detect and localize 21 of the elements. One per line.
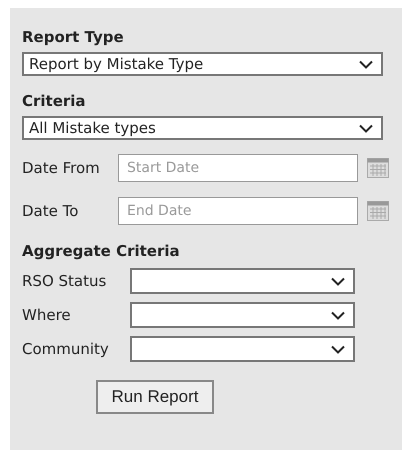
run-report-button[interactable]: Run Report <box>96 380 214 414</box>
chevron-icon <box>359 124 373 132</box>
dropdown[interactable] <box>130 302 355 328</box>
field-label: RSO Status <box>22 272 108 290</box>
report-type-dropdown[interactable]: Report by Mistake Type <box>22 52 383 76</box>
section-heading: Report Type <box>22 28 125 48</box>
date-input-field[interactable]: Start Date <box>118 154 358 182</box>
field-label: Where <box>22 306 72 324</box>
date-input-field[interactable]: End Date <box>118 197 358 225</box>
field-label: Date To <box>22 201 80 222</box>
section-heading: Criteria <box>22 92 87 112</box>
chevron-icon <box>331 310 345 320</box>
field-label: Date From <box>22 158 101 179</box>
dropdown[interactable] <box>130 336 355 362</box>
criteria-dropdown[interactable]: All Mistake types <box>22 116 383 140</box>
chevron-icon <box>331 344 345 354</box>
chevron-icon <box>331 276 345 286</box>
dropdown[interactable] <box>130 268 355 294</box>
chevron-icon <box>359 60 373 68</box>
section-heading: Aggregate Criteria <box>22 242 181 262</box>
field-label: Community <box>22 340 110 358</box>
